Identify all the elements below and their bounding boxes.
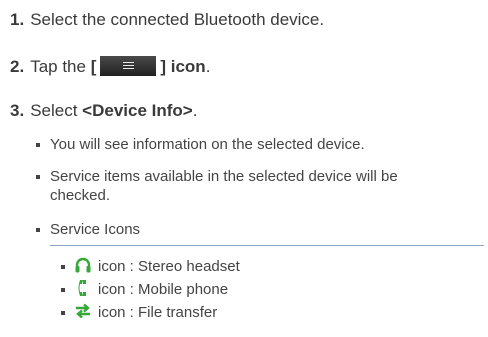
service-icon-label: icon : Stereo headset [98,258,240,275]
bullet-marker [36,175,40,179]
bullet-item: Service items available in the selected … [50,168,398,185]
bullet-item: You will see information on the selected… [50,136,365,153]
step-2: 2. Tap the [ ] icon. [10,55,211,78]
service-icon-label: icon : File transfer [98,304,218,321]
step-text-post: . [192,101,198,120]
bullet-marker [36,228,40,232]
bullet-item: Service Icons [50,221,141,238]
step-3: 3. Select <Device Info>. [10,101,197,121]
step-1: 1. Select the connected Bluetooth device. [10,10,324,30]
divider [50,245,484,246]
service-icon-label: icon : Mobile phone [98,281,229,298]
step-number: 2. [10,57,25,76]
headset-icon [74,256,92,274]
bullet-item-continuation: checked. [50,187,111,204]
bullet-marker [36,143,40,147]
bracket-close: ] icon [160,57,206,76]
step-text-pre: Tap the [30,57,91,76]
menu-button-icon [100,55,157,76]
service-icon-item: icon : File transfer [58,303,217,323]
step-number: 3. [10,101,25,120]
step-text-post: . [205,57,211,76]
menu-icon [123,61,135,70]
step-text-pre: Select [30,101,83,120]
step-text-bold: <Device Info> [82,101,193,120]
bracket-open: [ [90,57,97,76]
phone-icon [74,279,92,297]
step-number: 1. [10,10,25,29]
step-text: Select the connected Bluetooth device. [30,10,325,29]
service-icon-item: icon : Mobile phone [58,280,228,300]
file-transfer-icon [74,302,92,320]
service-icon-item: icon : Stereo headset [58,257,240,277]
